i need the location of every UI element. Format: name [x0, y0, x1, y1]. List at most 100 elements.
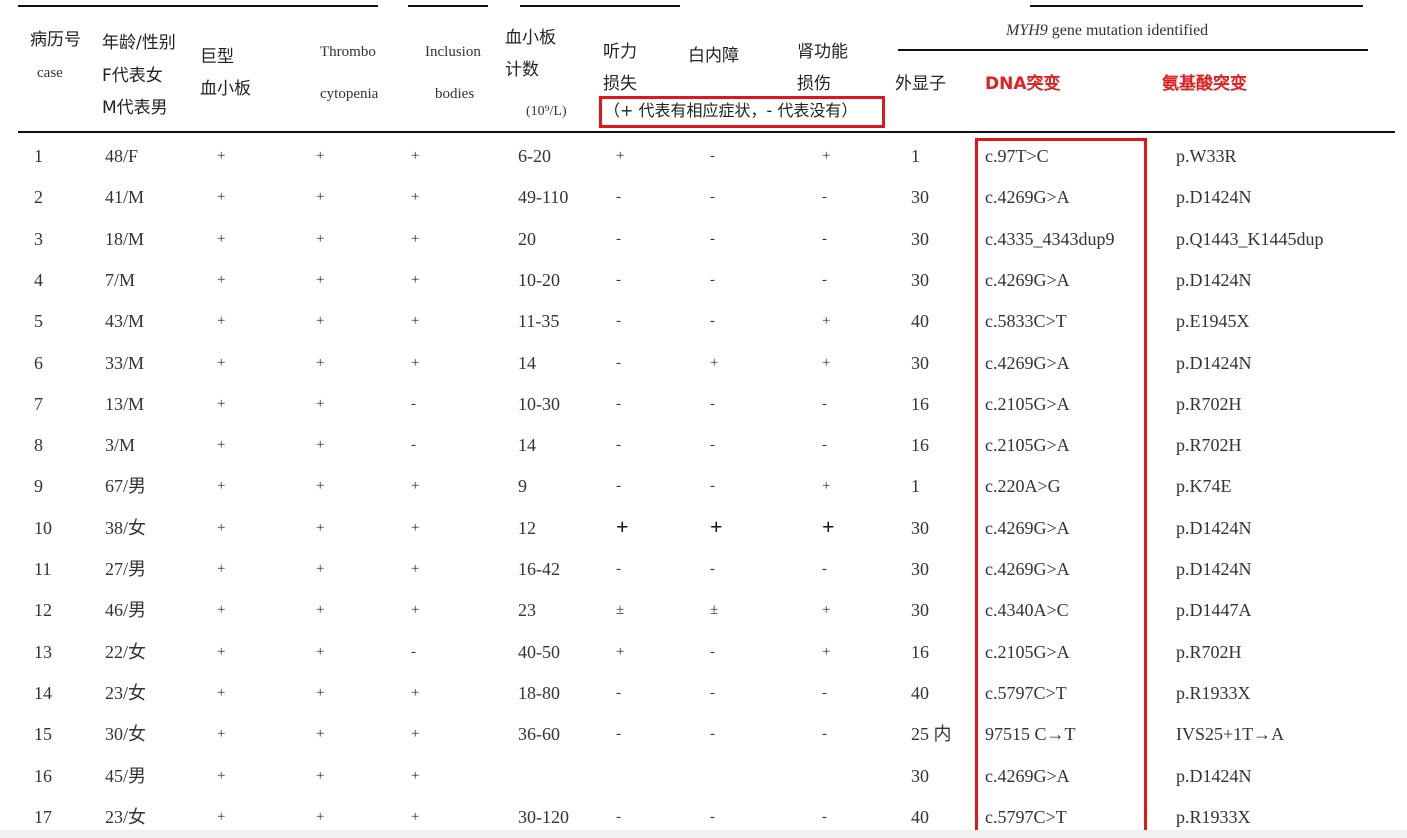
- cell-renal: -: [822, 685, 827, 701]
- header-case-cn: 病历号: [30, 30, 81, 50]
- cell-exon: 30: [911, 187, 929, 207]
- cell-thrombo: +: [316, 520, 325, 536]
- cell-exon: 40: [911, 807, 929, 827]
- cell-case: 6: [34, 353, 43, 373]
- cell-age: 23/女: [105, 807, 147, 827]
- cell-giant: +: [217, 396, 226, 412]
- cell-hear: -: [616, 685, 621, 701]
- cell-thrombo: +: [316, 478, 325, 494]
- top-rule-left: [18, 5, 378, 7]
- cell-giant: +: [217, 520, 226, 536]
- cell-incl: +: [411, 355, 420, 371]
- cell-thrombo: +: [316, 561, 325, 577]
- cell-thrombo: +: [316, 768, 325, 784]
- cell-giant: +: [217, 768, 226, 784]
- cell-hear: ±: [616, 602, 625, 618]
- cell-case: 7: [34, 394, 43, 414]
- cell-age: 33/M: [105, 353, 145, 373]
- cell-cat: -: [710, 478, 715, 494]
- cell-exon: 30: [911, 600, 929, 620]
- cell-case: 8: [34, 435, 43, 455]
- cell-hear: -: [616, 231, 621, 247]
- cell-plt: 10-20: [518, 270, 560, 290]
- cell-plt: 10-30: [518, 394, 560, 414]
- cell-exon: 16: [911, 435, 929, 455]
- cell-thrombo: +: [316, 313, 325, 329]
- cell-thrombo: +: [316, 355, 325, 371]
- header-inclusion-line1: Inclusion: [425, 44, 481, 60]
- cell-plt: 14: [518, 435, 536, 455]
- cell-thrombo: +: [316, 602, 325, 618]
- cell-age: 7/M: [105, 270, 136, 290]
- cell-plt: 20: [518, 229, 536, 249]
- cell-incl: +: [411, 809, 420, 825]
- mutation-group-rule: [898, 49, 1368, 51]
- cell-renal: +: [822, 514, 835, 539]
- cell-cat: -: [710, 809, 715, 825]
- header-giant-line2: 血小板: [200, 79, 251, 99]
- cell-hear: -: [616, 437, 621, 453]
- cell-case: 14: [34, 683, 52, 703]
- cell-giant: +: [217, 148, 226, 164]
- cell-cat: -: [710, 396, 715, 412]
- cell-plt: 16-42: [518, 559, 560, 579]
- cell-age: 38/女: [105, 518, 147, 538]
- cell-aa: p.K74E: [1176, 476, 1232, 496]
- cell-case: 12: [34, 600, 52, 620]
- header-age-line2: F代表女: [102, 66, 163, 86]
- cell-case: 5: [34, 311, 43, 331]
- cell-case: 13: [34, 642, 52, 662]
- cell-case: 1: [34, 146, 43, 166]
- cell-incl: -: [411, 644, 416, 660]
- cell-cat: -: [710, 272, 715, 288]
- cell-hear: -: [616, 809, 621, 825]
- cell-cat: ±: [710, 602, 719, 618]
- cell-giant: +: [217, 602, 226, 618]
- header-platelet-unit: (10⁹/L): [526, 104, 567, 119]
- top-rule-mid: [408, 5, 488, 7]
- cell-hear: -: [616, 478, 621, 494]
- header-cataract: 白内障: [688, 46, 739, 66]
- cell-incl: +: [411, 561, 420, 577]
- cell-renal: -: [822, 809, 827, 825]
- cell-hear: -: [616, 272, 621, 288]
- header-platelet-line2: 计数: [505, 60, 539, 80]
- cell-age: 3/M: [105, 435, 136, 455]
- cell-cat: -: [710, 561, 715, 577]
- cell-age: 43/M: [105, 311, 145, 331]
- cell-aa: p.D1424N: [1176, 187, 1252, 207]
- cell-hear: -: [616, 313, 621, 329]
- cell-exon: 30: [911, 559, 929, 579]
- cell-giant: +: [217, 272, 226, 288]
- cell-hear: -: [616, 355, 621, 371]
- cell-age: 30/女: [105, 724, 147, 744]
- cell-case: 10: [34, 518, 52, 538]
- cell-cat: -: [710, 148, 715, 164]
- cell-renal: -: [822, 437, 827, 453]
- cell-incl: -: [411, 437, 416, 453]
- cell-aa: p.D1447A: [1176, 600, 1252, 620]
- cell-cat: -: [710, 726, 715, 742]
- cell-cat: +: [710, 514, 723, 539]
- cell-incl: +: [411, 520, 420, 536]
- cell-plt: 30-120: [518, 807, 569, 827]
- cell-giant: +: [217, 809, 226, 825]
- cell-incl: +: [411, 726, 420, 742]
- cell-aa: p.W33R: [1176, 146, 1237, 166]
- cell-incl: +: [411, 148, 420, 164]
- header-age-line3: M代表男: [102, 98, 168, 118]
- cell-exon: 30: [911, 518, 929, 538]
- cell-hear: -: [616, 396, 621, 412]
- cell-aa: p.D1424N: [1176, 518, 1252, 538]
- cell-plt: 14: [518, 353, 536, 373]
- header-renal-line2: 损伤: [797, 74, 831, 94]
- cell-thrombo: +: [316, 189, 325, 205]
- cell-giant: +: [217, 644, 226, 660]
- cell-incl: +: [411, 231, 420, 247]
- cell-aa: p.R702H: [1176, 394, 1242, 414]
- window-bottom-bar: [0, 830, 1407, 838]
- cell-incl: +: [411, 272, 420, 288]
- cell-giant: +: [217, 231, 226, 247]
- cell-plt: 9: [518, 476, 527, 496]
- top-rule-right: [1030, 5, 1363, 7]
